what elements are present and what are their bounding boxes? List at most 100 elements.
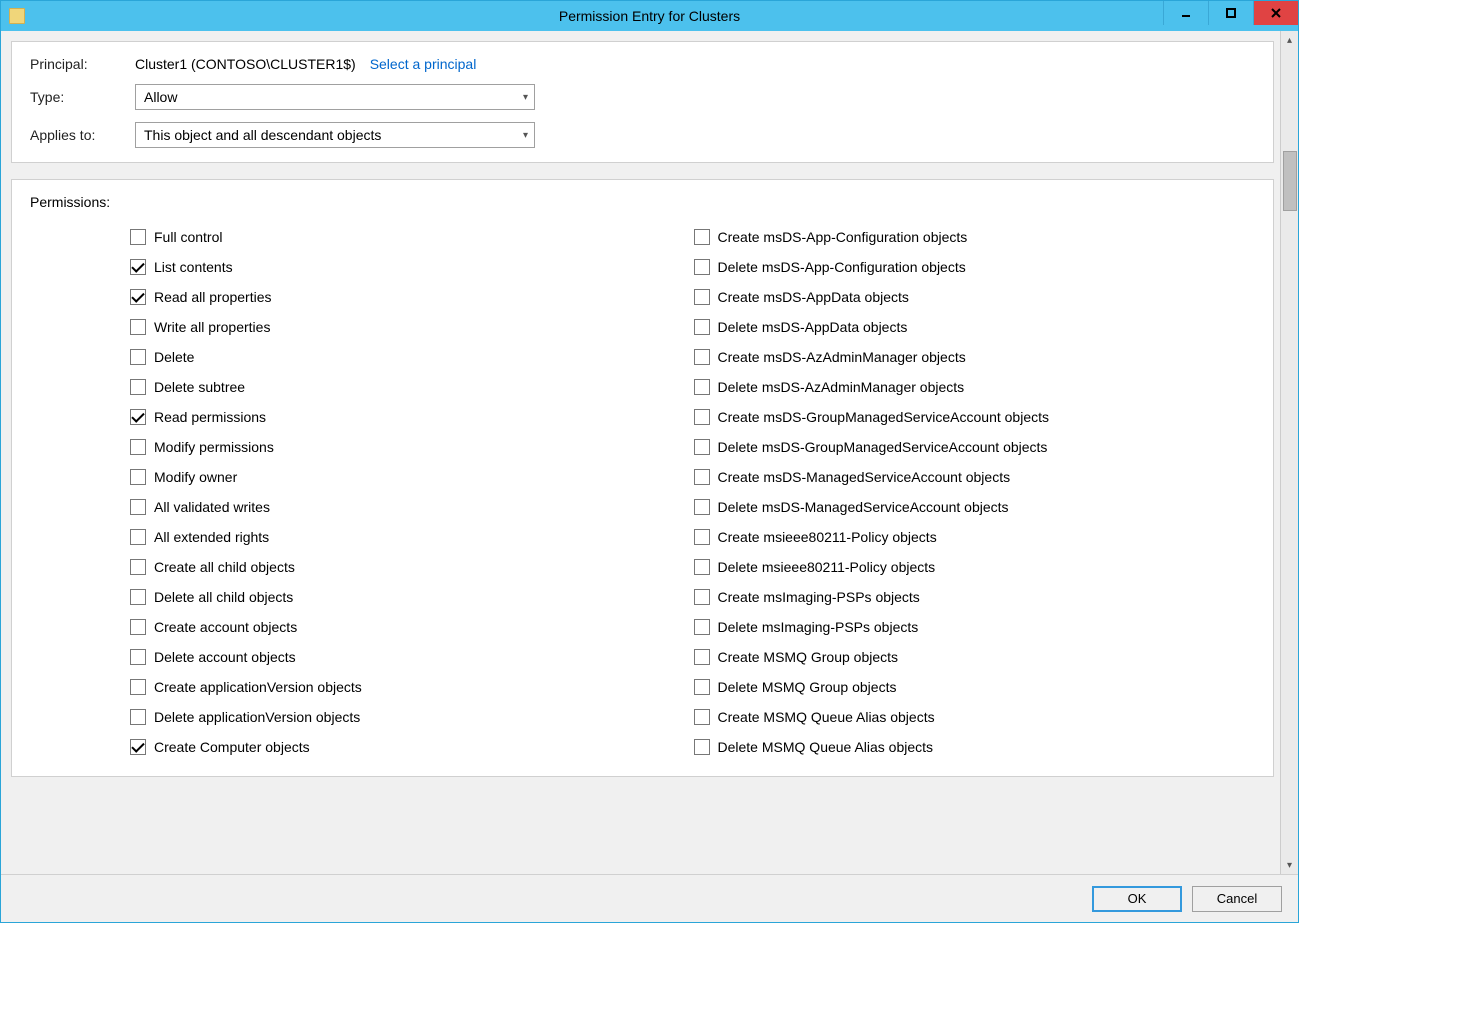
- permission-label: Create MSMQ Group objects: [718, 649, 899, 665]
- ok-button[interactable]: OK: [1092, 886, 1182, 912]
- window-controls: [1163, 1, 1298, 25]
- permission-label: Full control: [154, 229, 222, 245]
- permission-item: Delete msDS-AzAdminManager objects: [694, 372, 1258, 402]
- permission-checkbox[interactable]: [694, 529, 710, 545]
- permission-label: Delete msieee80211-Policy objects: [718, 559, 936, 575]
- permission-label: Delete MSMQ Group objects: [718, 679, 897, 695]
- type-label: Type:: [30, 89, 135, 105]
- permission-item: Delete msDS-ManagedServiceAccount object…: [694, 492, 1258, 522]
- permission-item: Delete msDS-AppData objects: [694, 312, 1258, 342]
- permission-checkbox[interactable]: [130, 709, 146, 725]
- permission-checkbox[interactable]: [130, 649, 146, 665]
- permission-label: Delete msDS-App-Configuration objects: [718, 259, 966, 275]
- vertical-scrollbar[interactable]: ▴ ▾: [1280, 31, 1298, 874]
- permission-label: Create msDS-GroupManagedServiceAccount o…: [718, 409, 1050, 425]
- window-title: Permission Entry for Clusters: [1, 8, 1298, 24]
- window: Permission Entry for Clusters Principal:…: [0, 0, 1299, 923]
- permission-label: Create Computer objects: [154, 739, 310, 755]
- permission-checkbox[interactable]: [130, 439, 146, 455]
- permission-checkbox[interactable]: [694, 589, 710, 605]
- permission-label: Read all properties: [154, 289, 272, 305]
- scroll-down-arrow-icon[interactable]: ▾: [1281, 856, 1298, 874]
- permission-item: Create msDS-App-Configuration objects: [694, 222, 1258, 252]
- permission-item: All validated writes: [130, 492, 694, 522]
- permission-label: Modify owner: [154, 469, 237, 485]
- cancel-button[interactable]: Cancel: [1192, 886, 1282, 912]
- permission-checkbox[interactable]: [694, 739, 710, 755]
- permission-checkbox[interactable]: [694, 649, 710, 665]
- permission-item: Read permissions: [130, 402, 694, 432]
- permission-checkbox[interactable]: [694, 679, 710, 695]
- permission-checkbox[interactable]: [130, 379, 146, 395]
- permission-checkbox[interactable]: [130, 589, 146, 605]
- permission-label: Delete msDS-ManagedServiceAccount object…: [718, 499, 1009, 515]
- permission-checkbox[interactable]: [694, 259, 710, 275]
- permission-item: Full control: [130, 222, 694, 252]
- client-area: Principal: Cluster1 (CONTOSO\CLUSTER1$) …: [1, 31, 1298, 874]
- chevron-down-icon: ▾: [523, 130, 528, 141]
- permission-checkbox[interactable]: [130, 619, 146, 635]
- permission-item: Modify owner: [130, 462, 694, 492]
- permission-item: Delete account objects: [130, 642, 694, 672]
- permission-checkbox[interactable]: [694, 349, 710, 365]
- chevron-down-icon: ▾: [523, 92, 528, 103]
- permission-checkbox[interactable]: [130, 559, 146, 575]
- permission-label: Modify permissions: [154, 439, 274, 455]
- permission-item: Delete msDS-App-Configuration objects: [694, 252, 1258, 282]
- permission-checkbox[interactable]: [130, 739, 146, 755]
- permission-item: Delete applicationVersion objects: [130, 702, 694, 732]
- permission-checkbox[interactable]: [694, 289, 710, 305]
- minimize-button[interactable]: [1163, 1, 1208, 25]
- close-button[interactable]: [1253, 1, 1298, 25]
- permission-checkbox[interactable]: [694, 559, 710, 575]
- permission-checkbox[interactable]: [130, 529, 146, 545]
- scroll-up-arrow-icon[interactable]: ▴: [1281, 31, 1298, 49]
- type-select[interactable]: Allow ▾: [135, 84, 535, 110]
- permission-checkbox[interactable]: [694, 229, 710, 245]
- permission-item: List contents: [130, 252, 694, 282]
- permission-checkbox[interactable]: [130, 289, 146, 305]
- permission-label: Create msDS-AzAdminManager objects: [718, 349, 966, 365]
- permission-item: Create MSMQ Group objects: [694, 642, 1258, 672]
- principal-row: Principal: Cluster1 (CONTOSO\CLUSTER1$) …: [30, 56, 1257, 72]
- permission-label: List contents: [154, 259, 233, 275]
- permission-checkbox[interactable]: [694, 439, 710, 455]
- permission-label: Delete subtree: [154, 379, 245, 395]
- type-selected: Allow: [144, 89, 177, 105]
- permission-checkbox[interactable]: [694, 409, 710, 425]
- principal-panel: Principal: Cluster1 (CONTOSO\CLUSTER1$) …: [11, 41, 1274, 163]
- applies-to-label: Applies to:: [30, 127, 135, 143]
- permission-label: Create msDS-AppData objects: [718, 289, 909, 305]
- permission-label: Delete applicationVersion objects: [154, 709, 360, 725]
- permission-item: Delete all child objects: [130, 582, 694, 612]
- permission-checkbox[interactable]: [694, 619, 710, 635]
- titlebar: Permission Entry for Clusters: [1, 1, 1298, 31]
- permission-checkbox[interactable]: [130, 409, 146, 425]
- permission-checkbox[interactable]: [130, 679, 146, 695]
- permission-checkbox[interactable]: [130, 349, 146, 365]
- permission-item: Read all properties: [130, 282, 694, 312]
- permission-item: Delete MSMQ Group objects: [694, 672, 1258, 702]
- permission-item: Create msDS-AppData objects: [694, 282, 1258, 312]
- permission-checkbox[interactable]: [694, 499, 710, 515]
- permission-item: Create MSMQ Queue Alias objects: [694, 702, 1258, 732]
- applies-to-select[interactable]: This object and all descendant objects ▾: [135, 122, 535, 148]
- permission-checkbox[interactable]: [694, 469, 710, 485]
- permission-checkbox[interactable]: [130, 469, 146, 485]
- permission-checkbox[interactable]: [694, 379, 710, 395]
- permissions-panel: Permissions: Full controlList contentsRe…: [11, 179, 1274, 777]
- permission-label: Delete all child objects: [154, 589, 293, 605]
- permission-item: Create msDS-AzAdminManager objects: [694, 342, 1258, 372]
- permissions-columns: Full control List contents Read all proper…: [30, 222, 1257, 762]
- permission-checkbox[interactable]: [694, 319, 710, 335]
- permission-checkbox[interactable]: [130, 499, 146, 515]
- maximize-button[interactable]: [1208, 1, 1253, 25]
- permission-checkbox[interactable]: [130, 259, 146, 275]
- permission-checkbox[interactable]: [130, 319, 146, 335]
- scroll-thumb[interactable]: [1283, 151, 1297, 211]
- permission-label: Delete account objects: [154, 649, 296, 665]
- select-principal-link[interactable]: Select a principal: [370, 56, 477, 72]
- permission-checkbox[interactable]: [130, 229, 146, 245]
- permission-checkbox[interactable]: [694, 709, 710, 725]
- permissions-column-right: Create msDS-App-Configuration objects Del…: [694, 222, 1258, 762]
